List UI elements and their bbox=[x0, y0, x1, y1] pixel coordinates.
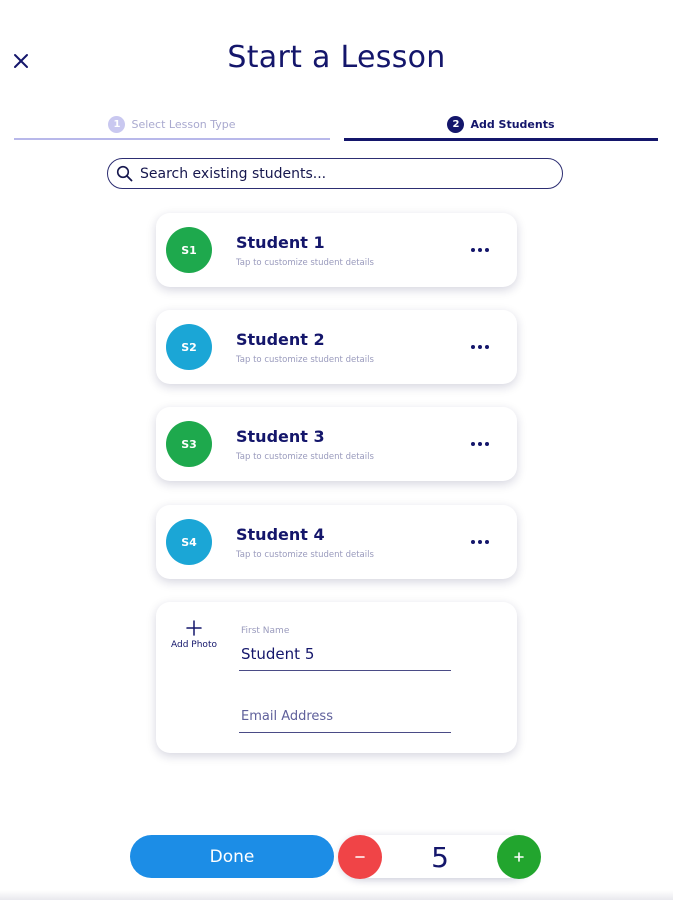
more-horizontal-icon bbox=[471, 540, 489, 544]
first-name-field[interactable] bbox=[239, 640, 451, 668]
plus-icon bbox=[514, 852, 524, 862]
avatar: S1 bbox=[166, 227, 212, 273]
student-card[interactable]: S1 Student 1 Tap to customize student de… bbox=[156, 213, 517, 287]
student-subtitle: Tap to customize student details bbox=[236, 451, 374, 462]
increment-button[interactable] bbox=[497, 835, 541, 879]
student-card[interactable]: S2 Student 2 Tap to customize student de… bbox=[156, 310, 517, 384]
more-options-button[interactable] bbox=[463, 332, 497, 362]
more-options-button[interactable] bbox=[463, 429, 497, 459]
email-field-wrapper bbox=[239, 702, 451, 733]
student-card[interactable]: S4 Student 4 Tap to customize student de… bbox=[156, 505, 517, 579]
student-name: Student 4 bbox=[236, 524, 325, 544]
step-number-badge: 2 bbox=[447, 115, 465, 133]
student-name: Student 3 bbox=[236, 426, 325, 446]
page-title: Start a Lesson bbox=[227, 40, 446, 75]
bottom-divider bbox=[0, 890, 673, 900]
search-input[interactable] bbox=[138, 164, 562, 183]
add-photo-button[interactable]: Add Photo bbox=[166, 618, 222, 650]
step-label: Add Students bbox=[470, 117, 555, 131]
avatar: S3 bbox=[166, 421, 212, 467]
avatar: S2 bbox=[166, 324, 212, 370]
add-photo-label: Add Photo bbox=[171, 640, 217, 650]
student-subtitle: Tap to customize student details bbox=[236, 549, 374, 560]
more-horizontal-icon bbox=[471, 248, 489, 252]
student-card[interactable]: S3 Student 3 Tap to customize student de… bbox=[156, 407, 517, 481]
more-horizontal-icon bbox=[471, 442, 489, 446]
search-bar[interactable] bbox=[107, 158, 563, 189]
plus-icon bbox=[186, 620, 202, 636]
email-field[interactable] bbox=[239, 702, 451, 730]
more-options-button[interactable] bbox=[463, 235, 497, 265]
more-options-button[interactable] bbox=[463, 527, 497, 557]
student-name: Student 1 bbox=[236, 232, 325, 252]
minus-icon bbox=[355, 856, 365, 858]
first-name-caption: First Name bbox=[241, 626, 290, 636]
new-student-form: Add Photo First Name bbox=[156, 602, 517, 753]
student-name: Student 2 bbox=[236, 329, 325, 349]
student-subtitle: Tap to customize student details bbox=[236, 257, 374, 268]
step-label: Select Lesson Type bbox=[131, 117, 236, 131]
tab-add-students[interactable]: 2 Add Students bbox=[344, 110, 658, 141]
tab-select-lesson-type[interactable]: 1 Select Lesson Type bbox=[14, 110, 330, 140]
student-subtitle: Tap to customize student details bbox=[236, 354, 374, 365]
first-name-field-wrapper bbox=[239, 640, 451, 671]
avatar: S4 bbox=[166, 519, 212, 565]
more-horizontal-icon bbox=[471, 345, 489, 349]
search-icon bbox=[116, 165, 133, 182]
done-button[interactable]: Done bbox=[130, 835, 334, 878]
step-number-badge: 1 bbox=[108, 115, 126, 133]
decrement-button[interactable] bbox=[338, 835, 382, 879]
student-count-stepper: 5 bbox=[338, 835, 541, 879]
